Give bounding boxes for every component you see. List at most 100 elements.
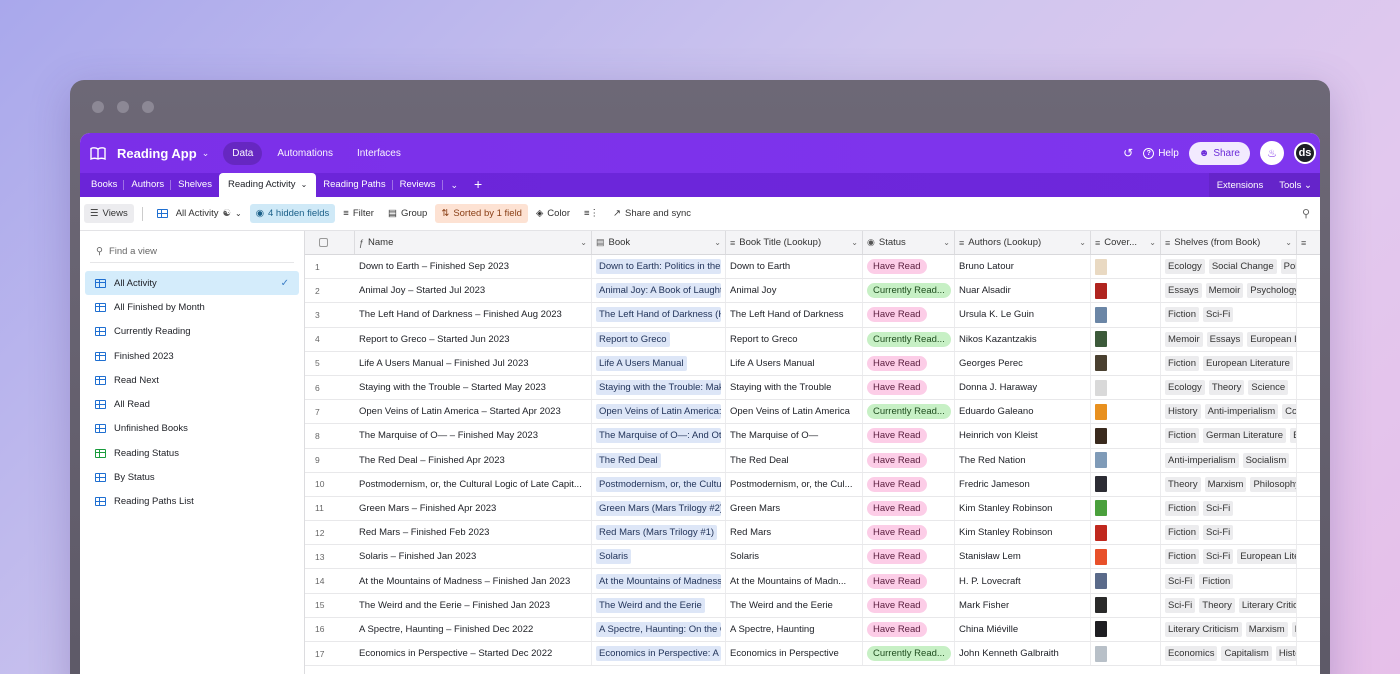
cell-cover[interactable] bbox=[1091, 255, 1161, 279]
linked-record-chip[interactable]: The Marquise of O—: And Ot bbox=[596, 428, 721, 444]
tab-books[interactable]: Books bbox=[84, 173, 125, 197]
cell-cover[interactable] bbox=[1091, 303, 1161, 327]
tab-authors[interactable]: Authors bbox=[124, 173, 171, 197]
cell-book[interactable]: Postmodernism, or, the Cultu bbox=[592, 472, 726, 496]
cell-cover[interactable] bbox=[1091, 472, 1161, 496]
chevron-down-icon[interactable]: ⌄ bbox=[580, 238, 587, 247]
column-header-book[interactable]: ▤ Book ⌄ bbox=[592, 231, 726, 254]
cell-extra[interactable] bbox=[1297, 473, 1320, 496]
cell-author[interactable]: Bruno Latour bbox=[955, 255, 1091, 279]
book-cover-thumbnail[interactable] bbox=[1095, 476, 1107, 493]
cell-author[interactable]: Fredric Jameson bbox=[955, 472, 1091, 496]
cell-author[interactable]: Nikos Kazantzakis bbox=[955, 327, 1091, 351]
cell-shelves[interactable]: Ecology Theory Science bbox=[1161, 375, 1297, 400]
cell-shelves[interactable]: Fiction Sci-Fi bbox=[1161, 303, 1297, 327]
column-header-authors[interactable]: ≡ Authors (Lookup) ⌄ bbox=[955, 231, 1091, 254]
table-row[interactable]: 9 The Red Deal – Finished Apr 2023 The Red… bbox=[305, 448, 1320, 473]
cell-name[interactable]: Postmodernism, or, the Cultural Logic of… bbox=[355, 472, 592, 496]
cell-author[interactable]: Mark Fisher bbox=[955, 593, 1091, 617]
cell-book-title[interactable]: Down to Earth bbox=[726, 255, 863, 279]
cell-cover[interactable] bbox=[1091, 400, 1161, 424]
cell-status[interactable]: Have Read bbox=[863, 255, 955, 279]
cell-status[interactable]: Have Read bbox=[863, 375, 955, 400]
cell-extra[interactable] bbox=[1297, 279, 1320, 302]
cell-shelves[interactable]: FictionGerman LiteratureE bbox=[1161, 424, 1297, 448]
cell-shelves[interactable]: Fiction European Literature bbox=[1161, 351, 1297, 375]
cell-book[interactable]: Economics in Perspective: A C bbox=[592, 642, 726, 666]
nav-data[interactable]: Data bbox=[223, 141, 263, 165]
cell-author[interactable]: Georges Perec bbox=[955, 351, 1091, 375]
linked-record-chip[interactable]: Open Veins of Latin America: bbox=[596, 404, 721, 420]
cell-author[interactable]: Heinrich von Kleist bbox=[955, 424, 1091, 448]
cell-shelves[interactable]: Sci-Fi Fiction bbox=[1161, 569, 1297, 593]
cell-cover[interactable] bbox=[1091, 521, 1161, 545]
cell-book-title[interactable]: Green Mars bbox=[726, 496, 863, 521]
cell-book-title[interactable]: The Red Deal bbox=[726, 448, 863, 472]
cell-author[interactable]: The Red Nation bbox=[955, 448, 1091, 472]
linked-record-chip[interactable]: The Weird and the Eerie bbox=[596, 597, 705, 613]
cell-extra[interactable] bbox=[1297, 400, 1320, 423]
cell-book[interactable]: A Spectre, Haunting: On the C bbox=[592, 617, 726, 641]
linked-record-chip[interactable]: Economics in Perspective: A C bbox=[596, 646, 721, 662]
linked-record-chip[interactable]: Life A Users Manual bbox=[596, 355, 687, 371]
cell-extra[interactable] bbox=[1297, 545, 1320, 568]
cell-author[interactable]: Kim Stanley Robinson bbox=[955, 496, 1091, 521]
cell-name[interactable]: The Weird and the Eerie – Finished Jan 2… bbox=[355, 593, 592, 617]
filter-button[interactable]: ≡ Filter bbox=[337, 204, 380, 223]
table-row[interactable]: 1 Down to Earth – Finished Sep 2023 Down t… bbox=[305, 255, 1320, 280]
cell-extra[interactable] bbox=[1297, 303, 1320, 326]
chevron-down-icon[interactable]: ⌄ bbox=[202, 148, 210, 159]
cell-author[interactable]: H. P. Lovecraft bbox=[955, 569, 1091, 593]
window-dot-minimize[interactable] bbox=[117, 101, 129, 113]
cell-name[interactable]: Animal Joy – Started Jul 2023 bbox=[355, 279, 592, 303]
cell-cover[interactable] bbox=[1091, 327, 1161, 351]
linked-record-chip[interactable]: Red Mars (Mars Trilogy #1) bbox=[596, 525, 718, 541]
cell-extra[interactable] bbox=[1297, 497, 1320, 520]
cell-shelves[interactable]: Memoir Essays European Li bbox=[1161, 327, 1297, 351]
sidebar-view-item[interactable]: Finished 2023 bbox=[85, 344, 299, 368]
linked-record-chip[interactable]: A Spectre, Haunting: On the C bbox=[596, 621, 721, 637]
linked-record-chip[interactable]: At the Mountains of Madness bbox=[596, 573, 721, 589]
cell-name[interactable]: Green Mars – Finished Apr 2023 bbox=[355, 496, 592, 521]
cell-status[interactable]: Have Read bbox=[863, 496, 955, 521]
cell-extra[interactable] bbox=[1297, 328, 1320, 351]
cell-name[interactable]: The Red Deal – Finished Apr 2023 bbox=[355, 448, 592, 472]
linked-record-chip[interactable]: Green Mars (Mars Trilogy #2) bbox=[596, 500, 721, 516]
cell-book[interactable]: Animal Joy: A Book of Laughte bbox=[592, 279, 726, 303]
table-row[interactable]: 6 Staying with the Trouble – Started May … bbox=[305, 375, 1320, 401]
cell-author[interactable]: Stanisław Lem bbox=[955, 545, 1091, 569]
table-row[interactable]: 3 The Left Hand of Darkness – Finished Au… bbox=[305, 303, 1320, 328]
book-cover-thumbnail[interactable] bbox=[1095, 331, 1107, 348]
cell-book-title[interactable]: The Marquise of O— bbox=[726, 424, 863, 448]
book-cover-thumbnail[interactable] bbox=[1095, 524, 1107, 541]
cell-extra[interactable] bbox=[1297, 569, 1320, 592]
chevron-down-icon[interactable]: ⌄ bbox=[301, 180, 308, 189]
cell-book-title[interactable]: Postmodernism, or, the Cul... bbox=[726, 472, 863, 496]
table-row[interactable]: 5 Life A Users Manual – Finished Jul 2023… bbox=[305, 351, 1320, 376]
cell-book-title[interactable]: Life A Users Manual bbox=[726, 351, 863, 375]
cell-shelves[interactable]: EconomicsCapitalismHisto bbox=[1161, 642, 1297, 666]
share-sync-button[interactable]: ↗ Share and sync bbox=[607, 204, 697, 223]
cell-book[interactable]: The Marquise of O—: And Ot bbox=[592, 424, 726, 448]
sidebar-view-item[interactable]: By Status bbox=[85, 465, 299, 489]
cell-author[interactable]: Nuar Alsadir bbox=[955, 279, 1091, 303]
cell-shelves[interactable]: Fiction Sci-Fi bbox=[1161, 521, 1297, 545]
cell-status[interactable]: Have Read bbox=[863, 617, 955, 641]
cell-name[interactable]: Open Veins of Latin America – Started Ap… bbox=[355, 400, 592, 424]
cell-book-title[interactable]: Animal Joy bbox=[726, 279, 863, 303]
cell-extra[interactable] bbox=[1297, 424, 1320, 447]
cell-status[interactable]: Have Read bbox=[863, 472, 955, 496]
cell-status[interactable]: Currently Read... bbox=[863, 279, 955, 303]
cell-book[interactable]: The Weird and the Eerie bbox=[592, 593, 726, 617]
cell-book-title[interactable]: Report to Greco bbox=[726, 327, 863, 351]
hidden-fields-button[interactable]: ◉ 4 hidden fields bbox=[249, 204, 336, 223]
column-header-shelves[interactable]: ≡ Shelves (from Book) ⌄ bbox=[1161, 231, 1297, 254]
tab-reading-paths[interactable]: Reading Paths bbox=[316, 173, 393, 197]
cell-status[interactable]: Have Read bbox=[863, 351, 955, 375]
chevron-down-icon[interactable]: ⌄ bbox=[714, 238, 721, 247]
table-row[interactable]: 15 The Weird and the Eerie – Finished Jan… bbox=[305, 593, 1320, 618]
search-icon[interactable]: ⚲ bbox=[1302, 207, 1310, 220]
chevron-down-icon[interactable]: ⌄ bbox=[943, 238, 950, 247]
cell-author[interactable]: Donna J. Haraway bbox=[955, 375, 1091, 400]
cell-status[interactable]: Have Read bbox=[863, 303, 955, 327]
